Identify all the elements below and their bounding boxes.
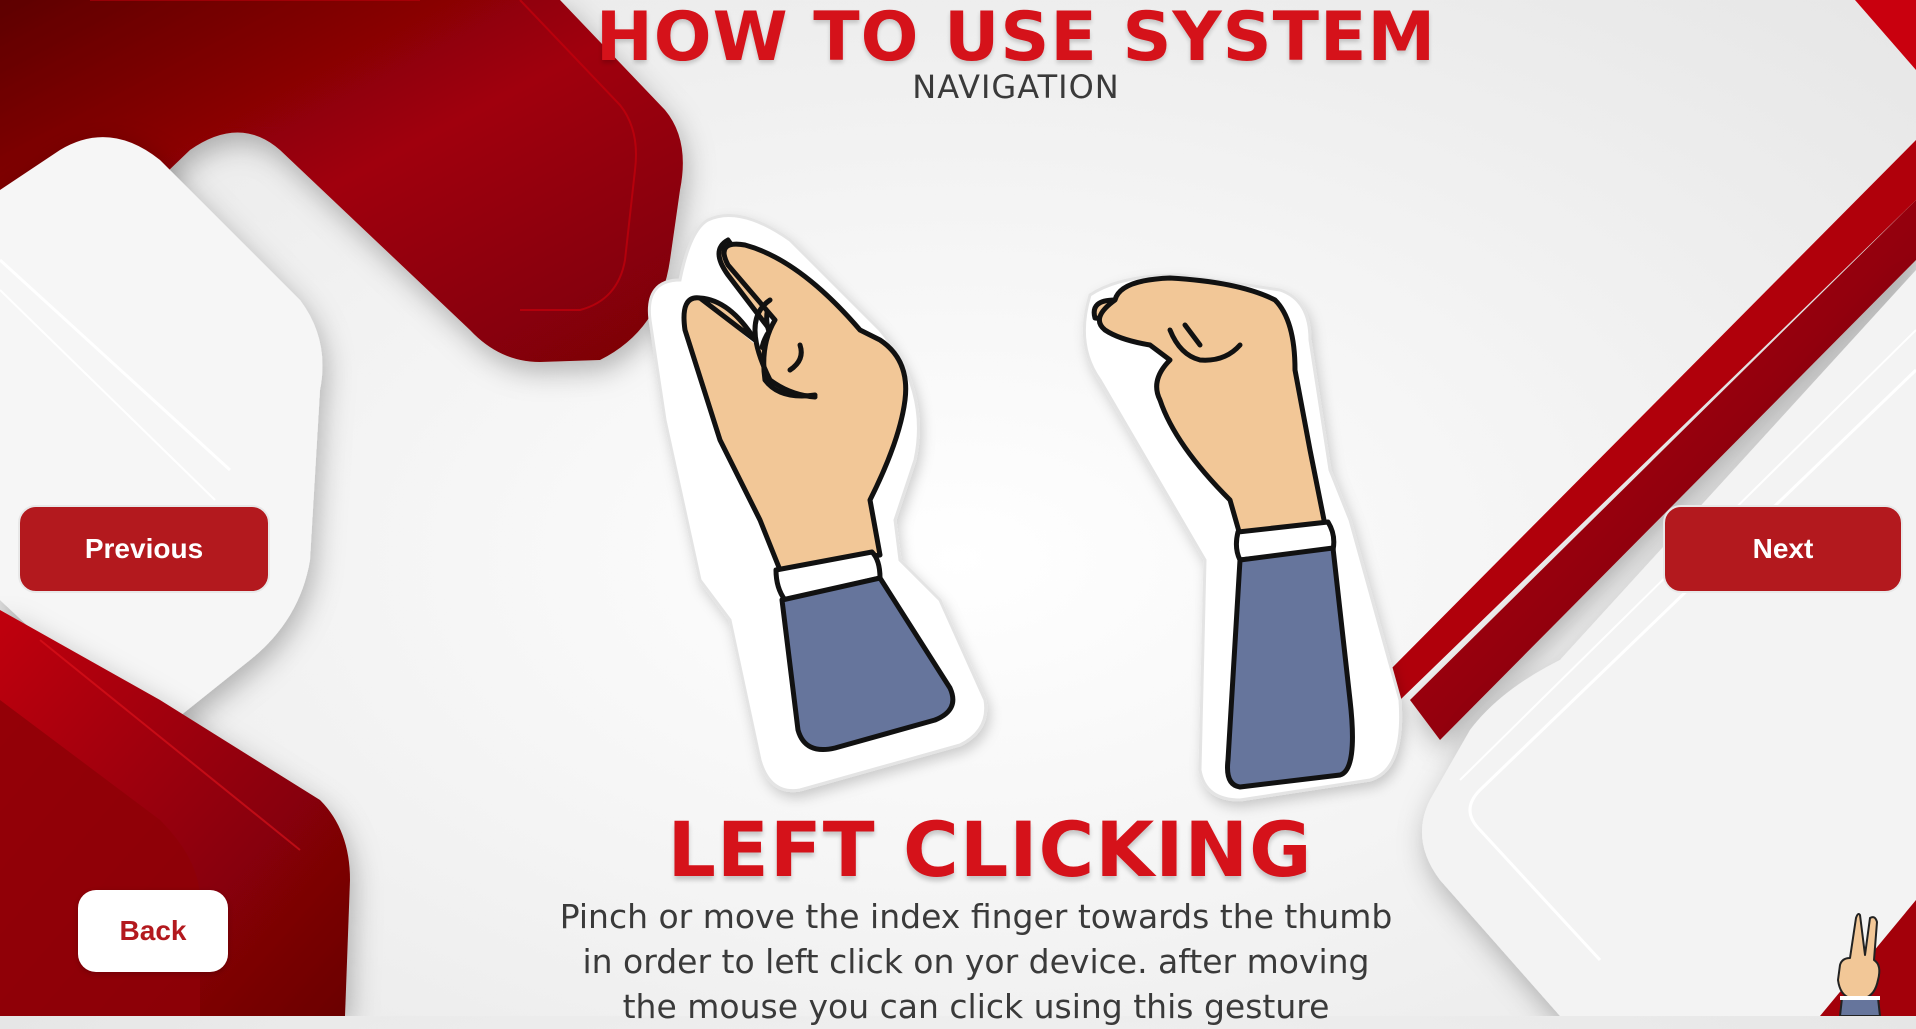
back-button[interactable]: Back [78,890,228,972]
next-button[interactable]: Next [1663,505,1903,593]
gesture-description-line-2: in order to left click on yor device. af… [582,942,1370,981]
gesture-description-line-3: the mouse you can click using this gestu… [622,987,1330,1026]
previous-button[interactable]: Previous [18,505,270,593]
gesture-title: LEFT CLICKING [667,805,1313,894]
peace-sign-hand-icon [1837,913,1881,1016]
gesture-description-line-1: Pinch or move the index finger towards t… [559,897,1393,936]
